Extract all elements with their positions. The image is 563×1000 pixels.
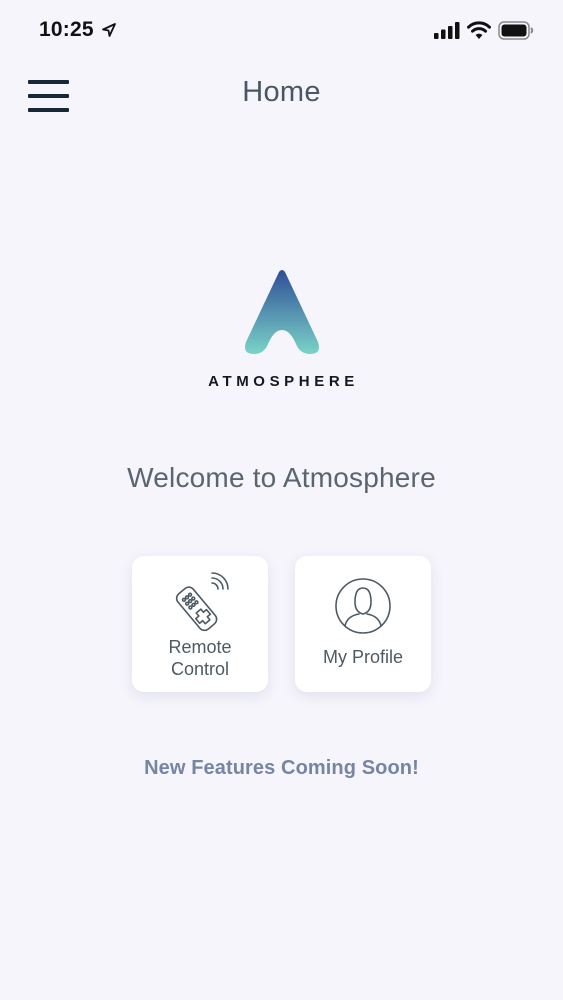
user-profile-icon [335, 578, 391, 634]
cellular-signal-icon [434, 22, 460, 39]
remote-control-button[interactable]: Remote Control [132, 556, 268, 692]
status-time: 10:25 [39, 18, 94, 41]
my-profile-button[interactable]: My Profile [295, 556, 431, 692]
remote-control-label: Remote Control [168, 637, 232, 679]
welcome-heading: Welcome to Atmosphere [127, 462, 436, 493]
location-arrow-icon [102, 23, 116, 37]
battery-icon [498, 21, 534, 40]
wifi-icon [467, 21, 491, 39]
status-bar: 10:25 [0, 0, 563, 60]
page-title: Home [242, 76, 321, 108]
logo-wordmark: ATMOSPHERE [208, 373, 359, 390]
atmosphere-logo-icon [245, 270, 319, 354]
new-features-banner: New Features Coming Soon! [144, 757, 419, 779]
remote-control-icon [175, 572, 229, 632]
my-profile-label: My Profile [322, 647, 403, 667]
